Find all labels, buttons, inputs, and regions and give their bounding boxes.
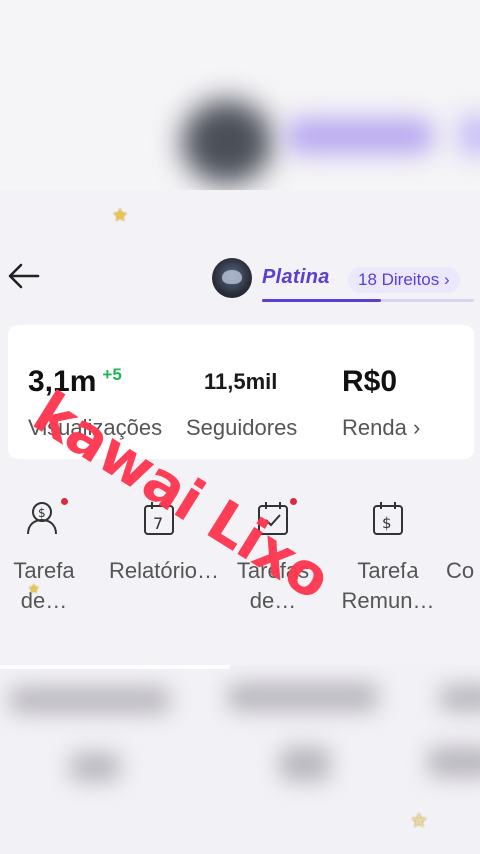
followers-value: 11,5mil bbox=[204, 369, 278, 394]
rights-button[interactable]: 18 Direitos › bbox=[348, 267, 460, 293]
blurred-content-area bbox=[0, 665, 480, 854]
blurred-badge bbox=[458, 115, 480, 155]
tool-label: Co bbox=[446, 558, 475, 583]
svg-text:$: $ bbox=[382, 514, 392, 532]
top-bar: Platina 18 Direitos › bbox=[0, 248, 480, 308]
blurred-username bbox=[285, 118, 435, 154]
star-sticker-icon: ★ bbox=[410, 810, 428, 832]
income-stat[interactable]: R$0 Renda › bbox=[342, 365, 420, 441]
level-avatar bbox=[212, 258, 252, 298]
notification-dot bbox=[290, 498, 297, 505]
back-arrow-icon[interactable] bbox=[6, 258, 42, 294]
level-progress-fill bbox=[262, 299, 381, 302]
notification-dot bbox=[61, 498, 68, 505]
star-sticker-icon: ★ bbox=[112, 205, 129, 225]
money-person-icon: $ bbox=[24, 498, 68, 538]
followers-label: Seguidores bbox=[186, 415, 298, 440]
star-sticker-icon: ★ bbox=[28, 581, 40, 596]
income-label: Renda › bbox=[342, 415, 421, 440]
level-progress-bar bbox=[262, 299, 474, 302]
svg-text:$: $ bbox=[38, 506, 46, 520]
blurred-avatar bbox=[182, 100, 272, 184]
divider bbox=[0, 665, 230, 669]
blurred-profile-header bbox=[0, 0, 480, 190]
followers-stat[interactable]: 11,5mil Seguidores bbox=[186, 365, 297, 441]
sparkle-dot bbox=[404, 565, 411, 572]
tool-tarefa-de[interactable]: $ Tarefa de… bbox=[0, 498, 94, 616]
tool-partial[interactable]: Co bbox=[446, 498, 480, 586]
level-name: Platina bbox=[262, 266, 330, 288]
income-value: R$0 bbox=[342, 365, 398, 398]
tool-label: Relatório… bbox=[109, 558, 220, 583]
calendar-dollar-icon: $ bbox=[368, 498, 408, 538]
views-delta: +5 bbox=[102, 365, 122, 384]
tool-label: Tarefa de… bbox=[13, 558, 75, 613]
